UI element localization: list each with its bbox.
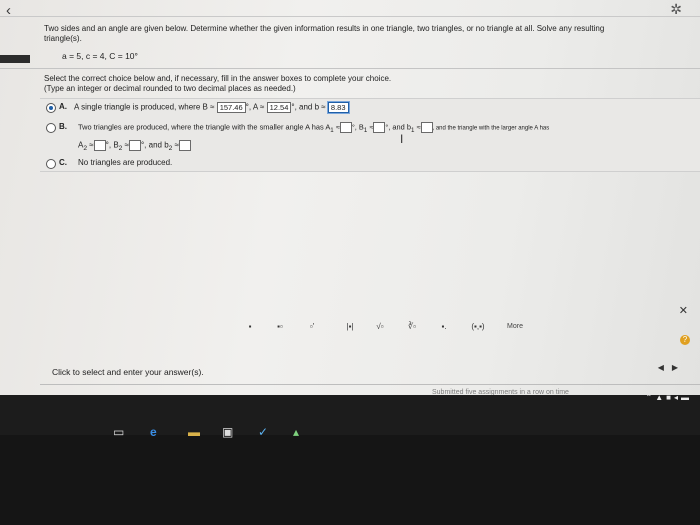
edge-icon[interactable]: e <box>150 425 157 439</box>
sqrt-icon[interactable]: √▫ <box>368 318 392 335</box>
choice-a-text: A single triangle is produced, where B ≈… <box>74 102 349 113</box>
choice-a-letter: A. <box>59 102 67 111</box>
choice-a-b-prefix: °, and b ≈ <box>291 102 326 112</box>
sub-2c: 2 <box>168 145 173 153</box>
more-button[interactable]: More <box>500 318 530 335</box>
choice-c-letter: C. <box>59 158 67 167</box>
nth-root-icon[interactable]: ∛▫ <box>400 318 424 335</box>
fraction-icon[interactable]: ▪ <box>238 318 262 335</box>
side-b2-input[interactable] <box>178 140 191 151</box>
store-icon[interactable]: ▣ <box>222 425 233 439</box>
choice-a-prefix: A single triangle is produced, where B ≈ <box>74 102 215 112</box>
sub-1: 1 <box>330 126 334 134</box>
choice-a-a-prefix: °, A ≈ <box>245 102 265 112</box>
angle-b2-input[interactable] <box>128 140 141 151</box>
instruction-text: Select the correct choice below and, if … <box>44 74 392 83</box>
question-text: Two sides and an angle are given below. … <box>44 24 605 43</box>
pager-arrows[interactable]: ◀▶ <box>658 363 686 372</box>
mixed-number-icon[interactable]: ▪▫ <box>268 318 292 335</box>
side-b1-input[interactable] <box>420 122 433 133</box>
interval-icon[interactable]: (▪,▪) <box>466 318 490 335</box>
text-cursor-icon: I <box>400 132 404 146</box>
footer-divider <box>40 384 700 385</box>
sub-2b: 2 <box>118 145 123 153</box>
angle-b1-input[interactable] <box>373 122 386 133</box>
left-accent-bar <box>0 55 30 63</box>
math-toolbar: ▪ ▪▫ ▫' |▪| √▫ ∛▫ ▪. (▪,▪) More <box>238 318 538 338</box>
choice-b-line1: Two triangles are produced, where the tr… <box>78 122 549 136</box>
decimal-icon[interactable]: ▪. <box>432 318 456 335</box>
close-icon[interactable]: ✕ <box>679 304 688 317</box>
file-explorer-icon[interactable]: ▬ <box>188 425 200 439</box>
choice-b-radio[interactable] <box>46 123 56 133</box>
choice-c-text: No triangles are produced. <box>78 158 173 167</box>
side-b2-label: °, and b <box>140 140 169 150</box>
task-view-icon[interactable]: ▭ <box>113 425 124 439</box>
mail-icon[interactable]: ✓ <box>258 425 268 439</box>
sub-1c: 1 <box>410 126 415 134</box>
instruction-note: (Type an integer or decimal rounded to t… <box>44 84 296 93</box>
gear-icon[interactable]: ✲ <box>670 2 682 16</box>
choice-a-radio[interactable] <box>46 103 56 113</box>
sub-2: 2 <box>83 145 88 153</box>
top-divider <box>0 16 700 17</box>
absolute-value-icon[interactable]: |▪| <box>338 318 362 335</box>
sub-1b: 1 <box>363 126 368 134</box>
taskbar <box>0 395 700 435</box>
b1-label: °, B <box>351 122 364 132</box>
side-b-input[interactable]: 8.83 <box>327 102 349 113</box>
angle-a1-input[interactable] <box>339 122 352 133</box>
app-icon[interactable]: ▴ <box>293 425 299 439</box>
choice-b-suffix: , and the triangle with the larger angle… <box>432 125 550 132</box>
angle-a2-input[interactable] <box>93 140 106 151</box>
hint-text: Click to select and enter your answer(s)… <box>52 367 204 377</box>
back-icon[interactable]: ‹ <box>6 3 11 18</box>
choice-b-prefix: Two triangles are produced, where the tr… <box>78 122 331 132</box>
b2-label: °, B <box>105 140 119 150</box>
choice-b-letter: B. <box>59 122 67 131</box>
side-b1-label: °, and b <box>385 122 411 132</box>
choice-c-radio[interactable] <box>46 159 56 169</box>
question-divider <box>0 68 700 69</box>
angle-b-input[interactable]: 157.46 <box>216 102 246 113</box>
choice-b-line2: A2 ≈ °, B2 ≈ °, and b2 ≈ <box>78 140 191 154</box>
browser-screen: ‹ ✲ Two sides and an angle are given bel… <box>0 0 700 430</box>
exponent-icon[interactable]: ▫' <box>300 318 324 335</box>
angle-a-input[interactable]: 12.54 <box>266 102 292 113</box>
help-icon[interactable]: ? <box>680 335 690 345</box>
given-values: a = 5, c = 4, C = 10° <box>62 51 138 61</box>
system-tray[interactable]: ⌃▲■◂▬ <box>646 393 692 402</box>
